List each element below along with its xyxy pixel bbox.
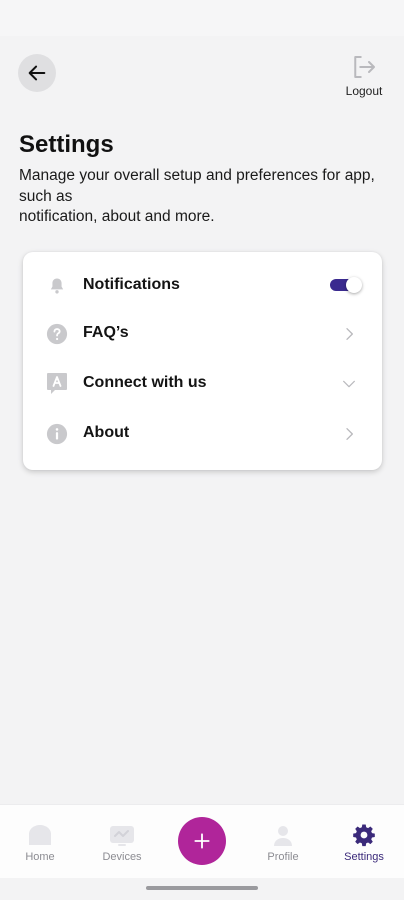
info-icon: [45, 422, 69, 446]
arrow-left-icon: [28, 65, 46, 81]
settings-item-label: FAQ’s: [83, 324, 129, 341]
page-description: Manage your overall setup and preference…: [19, 166, 389, 228]
chat-icon: [45, 372, 69, 396]
status-bar: [0, 0, 404, 36]
nav-item-settings[interactable]: Settings: [332, 819, 396, 863]
add-button[interactable]: [178, 817, 226, 865]
nav-item-profile[interactable]: Profile: [251, 819, 315, 863]
bottom-navigation: Home Devices Profile Settings: [0, 804, 404, 878]
logout-icon: [354, 56, 375, 78]
chevron-right-icon: [338, 423, 360, 445]
page-description-line-1: Manage your overall setup and preference…: [19, 167, 375, 205]
nav-item-home[interactable]: Home: [8, 819, 72, 863]
nav-item-label: Settings: [344, 851, 384, 863]
settings-item-notifications[interactable]: Notifications: [23, 263, 382, 307]
bell-icon: [45, 274, 69, 298]
question-icon: [45, 322, 69, 346]
page-description-line-2: notification, about and more.: [19, 208, 215, 225]
profile-icon: [274, 826, 292, 846]
notifications-toggle[interactable]: [330, 277, 362, 293]
plus-icon: [194, 833, 210, 849]
logout-label: Logout: [345, 84, 383, 98]
settings-item-label: Connect with us: [83, 374, 207, 391]
settings-item-connect-with-us[interactable]: Connect with us: [23, 361, 382, 405]
settings-card: Notifications FAQ’s Connect with us Abou…: [23, 252, 382, 470]
gear-icon: [353, 824, 375, 847]
nav-item-label: Profile: [267, 851, 299, 863]
chevron-right-icon: [338, 323, 360, 345]
nav-item-devices[interactable]: Devices: [90, 819, 154, 863]
home-indicator[interactable]: [146, 886, 258, 890]
back-button[interactable]: [18, 54, 56, 92]
chevron-down-icon: [338, 373, 360, 395]
devices-icon: [110, 826, 134, 846]
settings-item-about[interactable]: About: [23, 411, 382, 455]
settings-item-faqs[interactable]: FAQ’s: [23, 311, 382, 355]
nav-item-label: Devices: [102, 851, 142, 863]
toggle-knob: [346, 277, 362, 293]
logout-button[interactable]: Logout: [342, 52, 386, 98]
settings-item-label: Notifications: [83, 276, 180, 293]
settings-item-label: About: [83, 424, 130, 441]
home-icon: [29, 825, 51, 845]
page-title: Settings: [19, 131, 114, 158]
nav-item-label: Home: [25, 851, 55, 863]
